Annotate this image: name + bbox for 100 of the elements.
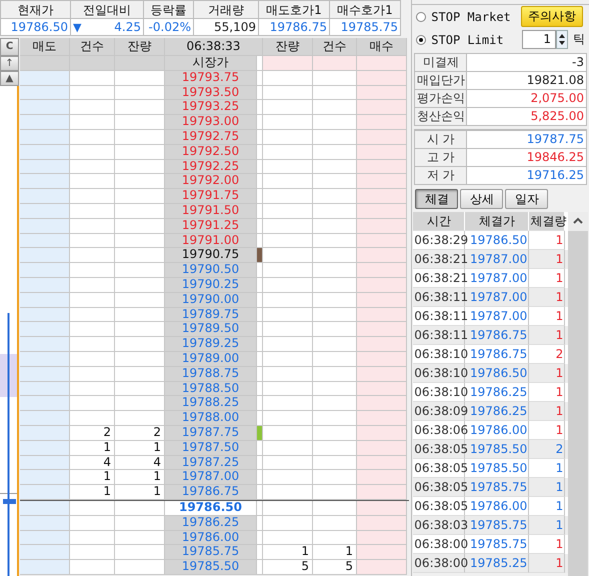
spinner-arrows-icon[interactable] (556, 30, 568, 49)
sell-order-cell[interactable] (20, 292, 70, 308)
tab[interactable]: 일자 (505, 189, 548, 209)
buy-order-cell[interactable] (357, 440, 407, 456)
buy-order-cell[interactable] (357, 263, 407, 278)
sell-order-cell[interactable] (20, 366, 70, 382)
sell-order-cell[interactable] (20, 396, 70, 412)
price-level[interactable]: 19789.25 (165, 337, 257, 352)
buy-order-cell[interactable] (357, 86, 407, 100)
price-level[interactable]: 19792.75 (165, 130, 257, 145)
sell-order-cell[interactable] (20, 204, 70, 219)
price-level[interactable]: 19786.50 (165, 500, 257, 516)
buy-order-cell[interactable] (357, 115, 407, 130)
clear-button[interactable]: C (0, 38, 19, 56)
buy-order-cell[interactable] (357, 248, 407, 264)
buy-order-cell[interactable] (357, 366, 407, 382)
price-level[interactable]: 19789.50 (165, 322, 257, 338)
price-level[interactable]: 19790.75 (165, 248, 257, 264)
radio-icon[interactable] (416, 12, 426, 22)
price-level[interactable]: 19790.50 (165, 263, 257, 278)
market-order-cell[interactable] (70, 56, 115, 71)
buy-order-cell[interactable] (357, 516, 407, 530)
sell-order-cell[interactable] (20, 160, 70, 174)
price-level[interactable]: 19788.25 (165, 396, 257, 412)
price-level[interactable]: 19789.75 (165, 308, 257, 322)
sell-order-cell[interactable] (20, 115, 70, 130)
price-level[interactable]: 19792.00 (165, 174, 257, 190)
buy-order-cell[interactable] (357, 411, 407, 426)
tab[interactable]: 상세 (460, 189, 504, 209)
price-level[interactable]: 19785.50 (165, 560, 257, 575)
buy-order-cell[interactable] (357, 470, 407, 486)
buy-order-cell[interactable] (357, 204, 407, 219)
price-level[interactable]: 19790.25 (165, 278, 257, 293)
buy-order-cell[interactable] (357, 278, 407, 293)
buy-order-cell[interactable] (357, 337, 407, 352)
price-level[interactable]: 19787.00 (165, 470, 257, 486)
sell-order-cell[interactable] (20, 263, 70, 278)
sell-order-cell[interactable] (20, 70, 70, 86)
price-level[interactable]: 19791.50 (165, 204, 257, 219)
buy-order-cell[interactable] (357, 234, 407, 248)
buy-order-cell[interactable] (357, 456, 407, 470)
market-order-cell[interactable] (313, 56, 357, 71)
sell-order-cell[interactable] (20, 545, 70, 560)
sell-order-cell[interactable] (20, 470, 70, 486)
price-level[interactable]: 19792.50 (165, 144, 257, 160)
stop-order-radio[interactable]: STOP Market (416, 10, 511, 24)
price-level[interactable]: 19789.00 (165, 352, 257, 367)
price-level[interactable]: 19787.25 (165, 456, 257, 470)
market-order-cell[interactable] (20, 56, 70, 71)
center-button[interactable]: ▲ (0, 71, 19, 86)
sell-order-cell[interactable] (20, 426, 70, 441)
sell-order-cell[interactable] (20, 218, 70, 234)
sell-order-cell[interactable] (20, 130, 70, 145)
buy-order-cell[interactable] (357, 308, 407, 322)
buy-order-cell[interactable] (357, 189, 407, 204)
buy-order-cell[interactable] (357, 485, 407, 500)
price-level[interactable]: 19791.00 (165, 234, 257, 248)
price-level[interactable]: 19788.75 (165, 366, 257, 382)
buy-order-cell[interactable] (357, 174, 407, 190)
price-level[interactable]: 19787.50 (165, 440, 257, 456)
price-level[interactable]: 19792.25 (165, 160, 257, 174)
buy-order-cell[interactable] (357, 396, 407, 412)
buy-order-cell[interactable] (357, 144, 407, 160)
buy-order-cell[interactable] (357, 500, 407, 516)
buy-order-cell[interactable] (357, 100, 407, 116)
sell-order-cell[interactable] (20, 500, 70, 516)
scroll-up-button[interactable]: ↑ (0, 56, 19, 71)
price-level[interactable]: 19788.50 (165, 382, 257, 396)
buy-order-cell[interactable] (357, 560, 407, 575)
market-order-cell[interactable] (257, 56, 263, 71)
sell-order-cell[interactable] (20, 189, 70, 204)
sell-order-cell[interactable] (20, 322, 70, 338)
price-level[interactable]: 19786.75 (165, 485, 257, 500)
price-level[interactable]: 19793.00 (165, 115, 257, 130)
buy-order-cell[interactable] (357, 352, 407, 367)
buy-order-cell[interactable] (357, 130, 407, 145)
sell-order-cell[interactable] (20, 308, 70, 322)
sell-order-cell[interactable] (20, 278, 70, 293)
sell-order-cell[interactable] (20, 144, 70, 160)
price-level[interactable]: 19793.25 (165, 100, 257, 116)
tab[interactable]: 체결 (415, 189, 458, 209)
sell-order-cell[interactable] (20, 174, 70, 190)
sell-order-cell[interactable] (20, 456, 70, 470)
sell-order-cell[interactable] (20, 560, 70, 575)
tick-field[interactable]: 1 (522, 30, 556, 49)
buy-order-cell[interactable] (357, 382, 407, 396)
market-order-cell[interactable] (115, 56, 165, 71)
market-price-label[interactable]: 시장가 (165, 56, 257, 71)
scroll-up-icon[interactable] (568, 212, 588, 231)
sell-order-cell[interactable] (20, 530, 70, 546)
buy-order-cell[interactable] (357, 218, 407, 234)
buy-order-cell[interactable] (357, 322, 407, 338)
price-level[interactable]: 19791.25 (165, 218, 257, 234)
market-order-cell[interactable] (263, 56, 313, 71)
price-level[interactable]: 19785.75 (165, 545, 257, 560)
buy-order-cell[interactable] (357, 545, 407, 560)
sell-order-cell[interactable] (20, 234, 70, 248)
price-level[interactable]: 19790.00 (165, 292, 257, 308)
price-level[interactable]: 19786.25 (165, 516, 257, 530)
sell-order-cell[interactable] (20, 337, 70, 352)
